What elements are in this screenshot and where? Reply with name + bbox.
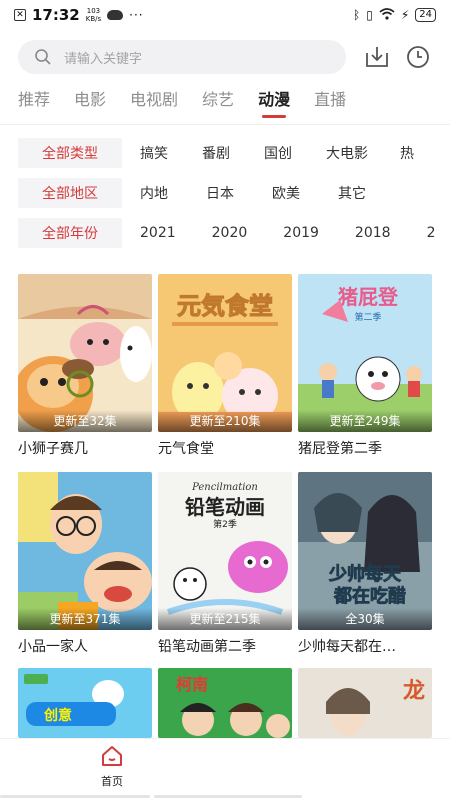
poster-image: 少帅每天 都在吃醋 全30集 [298, 472, 432, 630]
anime-card[interactable]: Pencilmation 铅笔动画 第2季 更新至215集 铅笔动画第二季 [158, 472, 292, 656]
search-placeholder: 请输入关键字 [64, 51, 143, 67]
bluetooth-icon: ᛒ [353, 8, 361, 22]
bottom-navigation: 首页 [0, 738, 450, 800]
filter-option[interactable]: 国创 [264, 143, 292, 163]
vibrate-icon: ▯ [366, 8, 373, 22]
nav-indicator-middle [154, 795, 302, 798]
card-title: 少帅每天都在… [298, 639, 396, 655]
poster-subtitle-text: 第二季 [354, 311, 381, 323]
category-tabs: 推荐 电影 电视剧 综艺 动漫 直播 [18, 86, 370, 120]
poster-image: 元気食堂 更新至210集 [158, 274, 292, 432]
tab-movies[interactable]: 电影 [74, 86, 106, 118]
filter-option[interactable]: 2 [427, 225, 436, 241]
episode-badge: 更新至210集 [158, 410, 292, 432]
tab-anime[interactable]: 动漫 [258, 86, 290, 118]
episode-badge: 更新至371集 [18, 608, 152, 630]
card-title: 小品一家人 [18, 639, 88, 655]
episode-badge: 更新至249集 [298, 410, 432, 432]
tab-live[interactable]: 直播 [314, 86, 346, 118]
nav-home[interactable]: 首页 [90, 745, 134, 789]
poster-title-text: 铅笔动画 [185, 495, 265, 519]
charging-icon: ⚡ [400, 8, 410, 22]
filter-option[interactable]: 大电影 [326, 143, 368, 163]
anime-card[interactable]: 龙 [298, 668, 432, 738]
close-notification-icon: ✕ [14, 9, 26, 21]
filter-year-all[interactable]: 全部年份 [18, 218, 122, 248]
filter-option[interactable]: 番剧 [202, 143, 230, 163]
tab-tv-series[interactable]: 电视剧 [130, 86, 178, 118]
network-speed: 103 KB/s [86, 7, 101, 23]
filter-row-region: 全部地区 内地 日本 欧美 其它 [18, 178, 366, 208]
filter-option[interactable]: 2020 [212, 225, 248, 241]
filter-option[interactable]: 2021 [140, 225, 176, 241]
episode-badge: 全30集 [298, 608, 432, 630]
tab-recommend[interactable]: 推荐 [18, 86, 50, 118]
battery-level: 24 [415, 8, 436, 22]
anime-card[interactable]: 创意 [18, 668, 152, 738]
home-icon [102, 746, 122, 766]
filter-region-all[interactable]: 全部地区 [18, 178, 122, 208]
poster-image: 更新至32集 [18, 274, 152, 432]
poster-title-line1: 少帅每天 [328, 563, 402, 585]
filter-row-year: 全部年份 2021 2020 2019 2018 2 [18, 218, 435, 248]
filter-option[interactable]: 日本 [206, 183, 234, 203]
filter-option[interactable]: 其它 [338, 183, 366, 203]
poster-title-text: 元気食堂 [177, 292, 273, 320]
episode-badge: 更新至32集 [18, 410, 152, 432]
search-input[interactable]: 请输入关键字 [18, 40, 346, 74]
filter-row-type: 全部类型 搞笑 番剧 国创 大电影 热 [18, 138, 414, 168]
status-bar: ✕ 17:32 103 KB/s ··· ᛒ ▯ ⚡ 24 [0, 0, 450, 30]
card-title: 铅笔动画第二季 [158, 639, 256, 655]
poster-image: 柯南 [158, 668, 292, 738]
download-icon[interactable] [364, 44, 390, 70]
filter-option[interactable]: 2019 [283, 225, 319, 241]
poster-image: 猪屁登 第二季 更新至249集 [298, 274, 432, 432]
wifi-icon [379, 7, 395, 23]
anime-card[interactable]: 更新至371集 小品一家人 [18, 472, 152, 656]
poster-image: 龙 [298, 668, 432, 738]
filter-type-all[interactable]: 全部类型 [18, 138, 122, 168]
anime-card[interactable]: 更新至32集 小狮子赛几 [18, 274, 152, 458]
poster-title-text: 龙 [403, 678, 425, 704]
anime-card[interactable]: 柯南 [158, 668, 292, 738]
network-speed-value: 103 [86, 7, 101, 15]
poster-title-text: 柯南 [176, 675, 208, 694]
status-time: 17:32 [32, 6, 80, 24]
anime-card[interactable]: 元気食堂 更新至210集 元气食堂 [158, 274, 292, 458]
poster-title-text: 猪屁登 [338, 285, 399, 309]
poster-subtitle-text: 第2季 [213, 518, 237, 530]
episode-badge: 更新至215集 [158, 608, 292, 630]
tab-variety[interactable]: 综艺 [202, 86, 234, 118]
filter-option[interactable]: 2018 [355, 225, 391, 241]
tabs-divider [0, 124, 450, 125]
poster-en-title: Pencilmation [191, 482, 258, 493]
clock-icon[interactable] [405, 44, 431, 70]
filter-option[interactable]: 欧美 [272, 183, 300, 203]
poster-title-text: 创意 [43, 707, 72, 724]
nav-indicator-left [0, 795, 150, 798]
network-speed-unit: KB/s [85, 15, 102, 23]
anime-card[interactable]: 少帅每天 都在吃醋 全30集 少帅每天都在… [298, 472, 432, 656]
poster-image: 更新至371集 [18, 472, 152, 630]
cloud-icon [107, 10, 124, 20]
poster-image: Pencilmation 铅笔动画 第2季 更新至215集 [158, 472, 292, 630]
poster-title-line2: 都在吃醋 [333, 585, 406, 607]
filter-option[interactable]: 搞笑 [140, 143, 168, 163]
more-dots-icon: ··· [129, 8, 144, 22]
card-title: 猪屁登第二季 [298, 441, 382, 457]
card-title: 小狮子赛几 [18, 441, 88, 457]
filter-option[interactable]: 热 [400, 143, 414, 163]
poster-image: 创意 [18, 668, 152, 738]
nav-home-label: 首页 [101, 775, 123, 788]
anime-card[interactable]: 猪屁登 第二季 更新至249集 猪屁登第二季 [298, 274, 432, 458]
search-icon [35, 49, 51, 65]
search-row: 请输入关键字 [0, 38, 450, 76]
card-title: 元气食堂 [158, 441, 214, 457]
filter-option[interactable]: 内地 [140, 183, 168, 203]
